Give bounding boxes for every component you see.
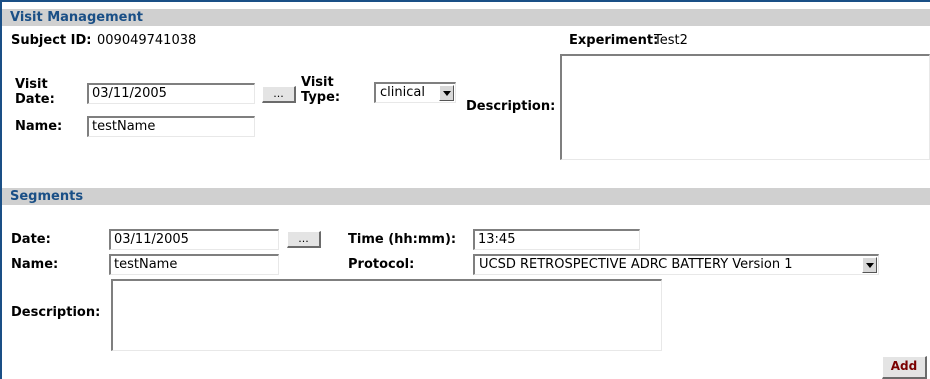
subject-id-label: Subject ID: <box>11 33 92 48</box>
visit-name-input[interactable]: testName <box>87 116 255 137</box>
visit-type-select[interactable]: clinical <box>374 82 456 103</box>
protocol-selected: UCSD RETROSPECTIVE ADRC BATTERY Version … <box>479 257 793 272</box>
visit-type-label-line1: Visit <box>301 75 334 90</box>
experiment-value: Test2 <box>654 33 688 48</box>
protocol-label: Protocol: <box>348 257 415 272</box>
visit-type-selected: clinical <box>380 85 425 100</box>
segment-date-input[interactable]: 03/11/2005 <box>109 229 279 250</box>
visit-date-input[interactable]: 03/11/2005 <box>87 83 255 104</box>
segment-name-label: Name: <box>11 257 59 272</box>
time-label: Time (hh:mm): <box>348 232 457 247</box>
visit-management-header: Visit Management <box>2 9 930 26</box>
segment-date-picker-button[interactable]: ... <box>287 231 321 248</box>
visit-date-label-line1: Visit <box>15 77 48 92</box>
visit-date-picker-button[interactable]: ... <box>262 86 296 103</box>
chevron-down-icon[interactable] <box>862 257 877 273</box>
subject-id-value: 009049741038 <box>97 33 197 48</box>
segment-description-label: Description: <box>11 305 101 320</box>
experiment-label: Experiment: <box>569 33 659 48</box>
segment-name-input[interactable]: testName <box>109 254 279 275</box>
visit-date-label-line2: Date: <box>15 92 55 107</box>
time-input[interactable]: 13:45 <box>473 229 640 250</box>
visit-name-label: Name: <box>15 119 63 134</box>
visit-type-label-line2: Type: <box>301 90 341 105</box>
add-button[interactable]: Add <box>882 356 927 379</box>
segments-header: Segments <box>2 188 930 205</box>
segment-date-label: Date: <box>11 232 51 247</box>
segment-description-textarea[interactable] <box>111 279 662 351</box>
visit-description-label: Description: <box>466 99 556 114</box>
protocol-select[interactable]: UCSD RETROSPECTIVE ADRC BATTERY Version … <box>473 254 879 275</box>
chevron-down-icon[interactable] <box>439 85 454 101</box>
visit-description-textarea[interactable] <box>560 54 930 160</box>
